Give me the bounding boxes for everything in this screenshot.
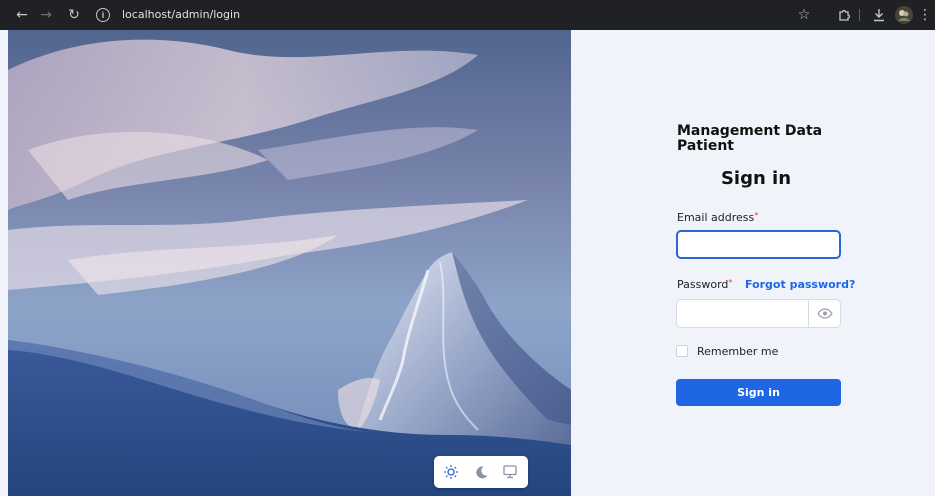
download-icon[interactable] bbox=[869, 5, 889, 25]
avatar[interactable] bbox=[895, 6, 913, 24]
moon-icon[interactable] bbox=[470, 462, 492, 482]
puzzle-icon[interactable] bbox=[834, 5, 854, 25]
sign-in-button[interactable]: Sign in bbox=[676, 379, 841, 406]
page-title: Sign in bbox=[720, 168, 792, 189]
password-label-text: Password bbox=[677, 278, 729, 291]
browser-toolbar: ← → ↻ i localhost/admin/login ☆ ⋮ bbox=[0, 0, 935, 30]
toolbar-divider bbox=[859, 9, 860, 21]
address-url[interactable]: localhost/admin/login bbox=[122, 7, 240, 23]
password-label: Password* bbox=[677, 278, 732, 291]
remember-me-label[interactable]: Remember me bbox=[697, 345, 778, 358]
eye-icon[interactable] bbox=[808, 300, 840, 327]
mountain-landscape bbox=[8, 30, 571, 496]
email-label: Email address* bbox=[677, 211, 758, 224]
app-title: Management Data Patient bbox=[677, 123, 823, 154]
sun-icon[interactable] bbox=[440, 462, 462, 482]
monitor-icon[interactable] bbox=[499, 462, 521, 482]
required-mark: * bbox=[754, 211, 759, 220]
site-info-icon[interactable]: i bbox=[96, 8, 110, 22]
kebab-menu-icon[interactable]: ⋮ bbox=[918, 5, 932, 25]
password-field-wrapper bbox=[676, 299, 841, 328]
required-mark: * bbox=[728, 278, 733, 287]
remember-me-checkbox[interactable] bbox=[676, 345, 688, 357]
reload-icon[interactable]: ↻ bbox=[64, 5, 84, 25]
back-arrow-icon[interactable]: ← bbox=[12, 5, 32, 25]
forward-arrow-icon[interactable]: → bbox=[36, 5, 56, 25]
address-bar[interactable]: i localhost/admin/login bbox=[96, 4, 786, 26]
theme-switcher bbox=[434, 456, 528, 488]
email-field[interactable] bbox=[676, 230, 841, 259]
login-panel: Management Data Patient Sign in Email ad… bbox=[571, 30, 935, 496]
email-label-text: Email address bbox=[677, 211, 755, 224]
forgot-password-link[interactable]: Forgot password? bbox=[745, 278, 855, 291]
hero-image bbox=[8, 30, 571, 496]
star-icon[interactable]: ☆ bbox=[794, 5, 814, 25]
password-field[interactable] bbox=[677, 300, 807, 327]
